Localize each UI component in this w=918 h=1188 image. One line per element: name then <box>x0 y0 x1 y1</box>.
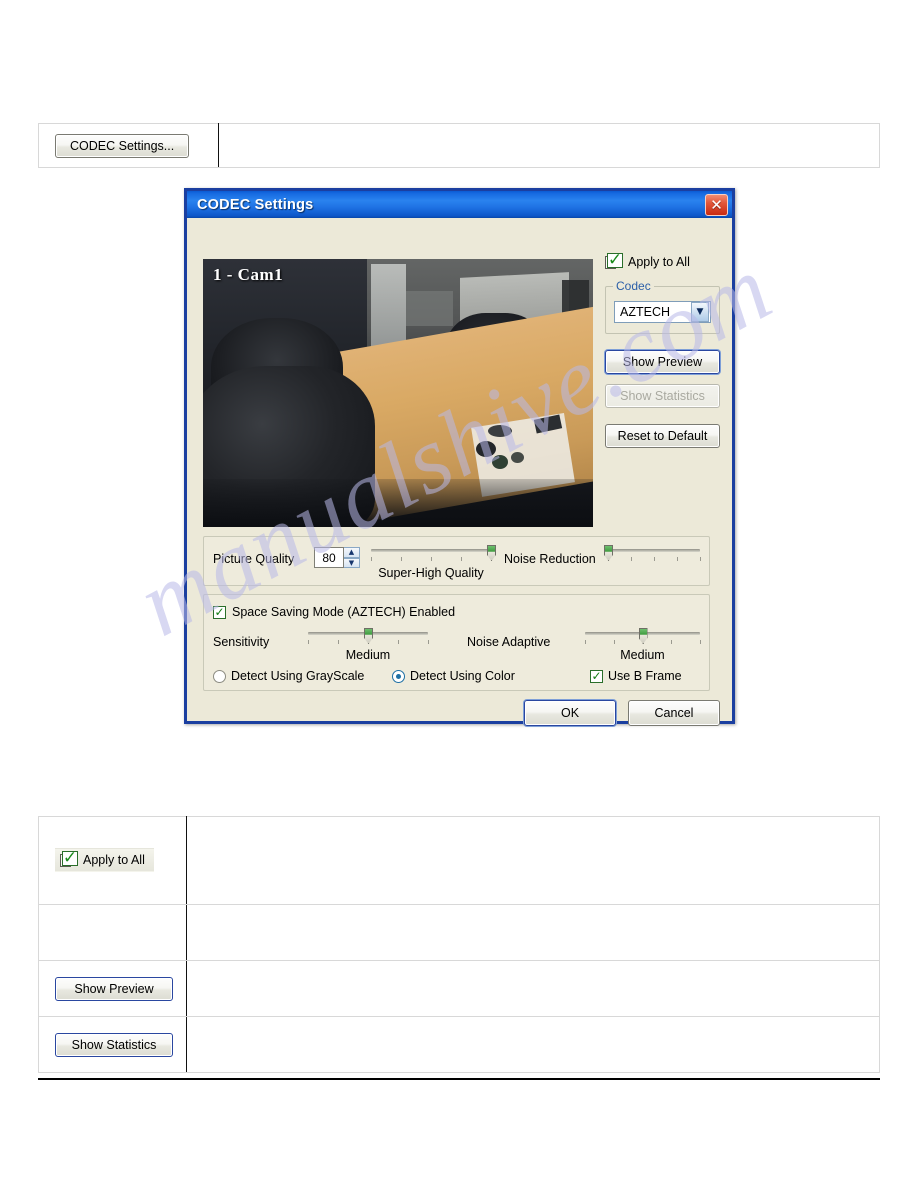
codec-settings-dialog: CODEC Settings ✕ 1 - Cam1 ✓ Apply to All… <box>184 188 735 726</box>
codec-selected-value: AZTECH <box>620 305 670 319</box>
table-cell-button: CODEC Settings... <box>38 123 219 168</box>
noise-reduction-slider[interactable] <box>604 545 701 567</box>
cell-content: Show Statistics <box>39 1025 186 1065</box>
table-cell-description <box>218 123 880 168</box>
apply-to-all-control[interactable]: ✓ Apply to All <box>605 252 720 270</box>
show-statistics-button[interactable]: Show Statistics <box>55 1032 173 1057</box>
scene-floor <box>203 478 593 527</box>
detect-grayscale-radio-row[interactable]: Detect Using GrayScale <box>213 669 364 683</box>
cancel-button[interactable]: Cancel <box>628 700 720 726</box>
picture-quality-panel: Picture Quality 80 ▲ ▼ Super-High Qualit… <box>203 536 710 586</box>
table-cell-control: ✓ Apply to All <box>38 816 187 905</box>
noise-adaptive-slider[interactable] <box>585 628 701 650</box>
noise-adaptive-label: Noise Adaptive <box>467 635 551 649</box>
top-table: CODEC Settings... <box>38 123 880 168</box>
detect-grayscale-radio[interactable] <box>213 669 226 683</box>
show-preview-button[interactable]: Show Preview <box>605 350 720 374</box>
detect-color-radio[interactable] <box>392 669 405 683</box>
dialog-right-column: ✓ Apply to All Codec AZTECH ▼ Show Previ… <box>605 252 720 458</box>
reset-to-default-button[interactable]: Reset to Default <box>605 424 720 448</box>
camera-label: 1 - Cam1 <box>213 265 284 284</box>
space-saving-label: Space Saving Mode (AZTECH) Enabled <box>232 605 456 619</box>
space-saving-panel: ✓ Space Saving Mode (AZTECH) Enabled Sen… <box>203 594 710 691</box>
table-cell-description <box>186 904 880 961</box>
dialog-title: CODEC Settings <box>197 196 314 213</box>
apply-to-all-label: Apply to All <box>628 255 690 269</box>
space-saving-checkbox[interactable]: ✓ <box>213 605 226 619</box>
table-cell-control <box>38 904 187 961</box>
table-cell-description <box>186 816 880 905</box>
dialog-body: 1 - Cam1 ✓ Apply to All Codec AZTECH ▼ S… <box>187 218 732 726</box>
space-saving-checkbox-row[interactable]: ✓ Space Saving Mode (AZTECH) Enabled <box>213 605 455 619</box>
close-icon[interactable]: ✕ <box>705 194 728 216</box>
document-page: manualshive.com CODEC Settings... CODEC … <box>0 0 918 1188</box>
sensitivity-slider[interactable] <box>308 628 429 650</box>
sensitivity-label: Sensitivity <box>213 635 270 649</box>
use-b-frame-label: Use B Frame <box>608 669 682 683</box>
apply-to-all-button[interactable]: ✓ Apply to All <box>55 848 154 872</box>
cell-content: Show Preview <box>39 969 186 1009</box>
show-statistics-button: Show Statistics <box>605 384 720 408</box>
video-preview[interactable]: 1 - Cam1 <box>203 259 593 527</box>
scene-object <box>491 454 508 469</box>
detect-grayscale-label: Detect Using GrayScale <box>231 669 365 683</box>
picture-quality-slider[interactable] <box>371 545 496 567</box>
codec-settings-button[interactable]: CODEC Settings... <box>55 133 190 158</box>
sensitivity-value-label: Medium <box>345 648 391 662</box>
apply-to-all-button-label: Apply to All <box>83 853 145 867</box>
cell-content <box>39 925 186 941</box>
table-cell-control: Show Preview <box>38 960 187 1017</box>
use-b-frame-row[interactable]: ✓ Use B Frame <box>590 669 682 683</box>
noise-reduction-label: Noise Reduction <box>504 552 596 566</box>
picture-quality-stepper[interactable]: 80 ▲ ▼ <box>314 547 360 568</box>
table-cell-description <box>186 960 880 1017</box>
picture-quality-value[interactable]: 80 <box>314 547 344 568</box>
cell-content: ✓ Apply to All <box>39 840 186 881</box>
footer-rule <box>38 1078 880 1080</box>
slider-track <box>608 549 700 552</box>
picture-quality-slider-label: Super-High Quality <box>378 566 484 580</box>
table-row: Show Preview <box>38 960 880 1017</box>
noise-adaptive-value-label: Medium <box>620 648 665 662</box>
scene-panel <box>405 291 453 326</box>
table-row: ✓ Apply to All <box>38 816 880 905</box>
table-row: CODEC Settings... <box>38 123 880 168</box>
cell-content: CODEC Settings... <box>39 126 218 166</box>
table-cell-description <box>186 1016 880 1073</box>
stepper-arrows[interactable]: ▲ ▼ <box>344 547 360 568</box>
dialog-footer: OK Cancel <box>187 700 720 726</box>
codec-select[interactable]: AZTECH ▼ <box>614 301 711 323</box>
chevron-down-icon[interactable]: ▼ <box>691 302 709 322</box>
show-preview-button[interactable]: Show Preview <box>55 976 173 1001</box>
slider-ticks <box>608 557 701 562</box>
dialog-title-bar[interactable]: CODEC Settings ✕ <box>184 188 735 218</box>
codec-group-title: Codec <box>613 279 654 293</box>
scene-object <box>511 451 525 463</box>
apply-to-all-icon: ✓ <box>60 850 78 868</box>
detect-color-label: Detect Using Color <box>410 669 515 683</box>
use-b-frame-checkbox[interactable]: ✓ <box>590 669 603 683</box>
picture-quality-label: Picture Quality <box>213 552 295 566</box>
stepper-up-icon[interactable]: ▲ <box>344 547 360 558</box>
table-row: Show Statistics <box>38 1016 880 1073</box>
table-cell-control: Show Statistics <box>38 1016 187 1073</box>
bottom-table: ✓ Apply to All Show Preview Show Statist… <box>38 816 880 1073</box>
apply-to-all-icon: ✓ <box>605 252 623 270</box>
ok-button[interactable]: OK <box>524 700 616 726</box>
slider-ticks <box>371 557 492 562</box>
codec-groupbox: Codec AZTECH ▼ <box>605 279 720 334</box>
detect-color-radio-row[interactable]: Detect Using Color <box>392 669 515 683</box>
table-row <box>38 904 880 961</box>
scene-object <box>487 425 512 438</box>
slider-track <box>371 549 491 552</box>
